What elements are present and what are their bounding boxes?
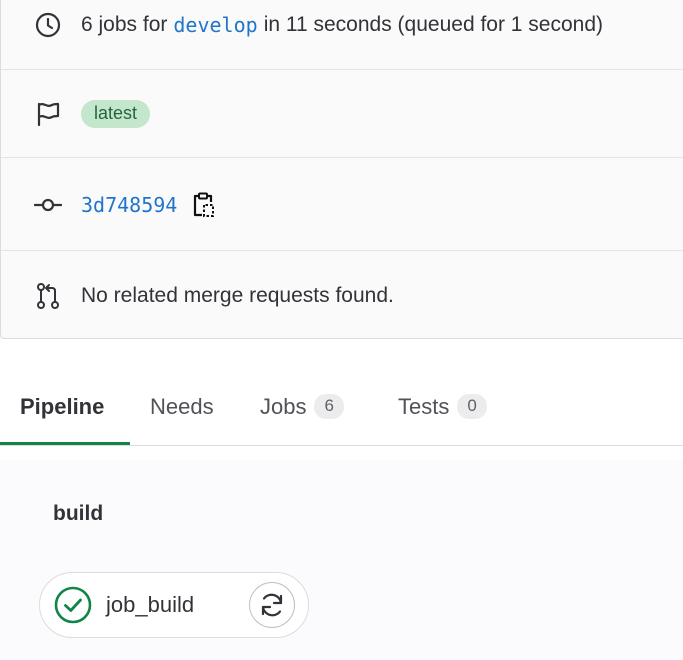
stage-title: build bbox=[53, 502, 104, 525]
pipeline-merge-row: No related merge requests found. bbox=[1, 250, 683, 340]
job-item[interactable]: job_build bbox=[39, 572, 309, 638]
pipeline-tabs: Pipeline Needs Jobs 6 Tests 0 bbox=[0, 368, 683, 446]
active-tab-indicator bbox=[0, 442, 130, 445]
pipeline-info-card: 6 jobs for develop in 11 seconds (queued… bbox=[0, 0, 683, 339]
tests-count-badge: 0 bbox=[457, 394, 487, 419]
flag-icon bbox=[34, 100, 62, 128]
status-success-icon bbox=[54, 586, 92, 624]
jobs-count-badge: 6 bbox=[314, 394, 344, 419]
tab-needs[interactable]: Needs bbox=[150, 368, 214, 445]
jobs-count-text: 6 jobs for bbox=[81, 13, 168, 36]
tab-jobs[interactable]: Jobs 6 bbox=[260, 368, 344, 445]
copy-to-clipboard-icon[interactable] bbox=[191, 191, 215, 219]
pipeline-duration-row: 6 jobs for develop in 11 seconds (queued… bbox=[1, 0, 683, 50]
tag-badges: latest bbox=[81, 100, 151, 128]
merge-request-icon bbox=[34, 282, 62, 310]
job-name: job_build bbox=[106, 592, 195, 617]
retry-button[interactable] bbox=[249, 582, 295, 628]
merge-requests-text: No related merge requests found. bbox=[81, 283, 394, 307]
tab-pipeline-label: Pipeline bbox=[20, 393, 105, 419]
latest-badge: latest bbox=[81, 100, 151, 128]
duration-text: in 11 seconds (queued for 1 second) bbox=[263, 13, 604, 36]
branch-link[interactable]: develop bbox=[173, 13, 257, 37]
pipeline-tag-row: latest bbox=[1, 69, 683, 158]
tab-needs-label: Needs bbox=[150, 393, 214, 419]
pipeline-commit-row: 3d748594 bbox=[1, 157, 683, 251]
commit-content: 3d748594 bbox=[81, 191, 215, 219]
pipeline-duration-text: 6 jobs for develop in 11 seconds (queued… bbox=[81, 13, 603, 37]
commit-sha-link[interactable]: 3d748594 bbox=[81, 193, 177, 217]
tab-tests[interactable]: Tests 0 bbox=[398, 368, 487, 445]
tab-jobs-label: Jobs bbox=[260, 393, 307, 419]
pipeline-graph: build job_build bbox=[0, 460, 683, 660]
retry-icon bbox=[261, 593, 283, 617]
tab-pipeline[interactable]: Pipeline bbox=[20, 368, 104, 445]
commit-icon bbox=[34, 191, 62, 219]
tab-tests-label: Tests bbox=[398, 393, 450, 419]
clock-icon bbox=[34, 11, 62, 39]
